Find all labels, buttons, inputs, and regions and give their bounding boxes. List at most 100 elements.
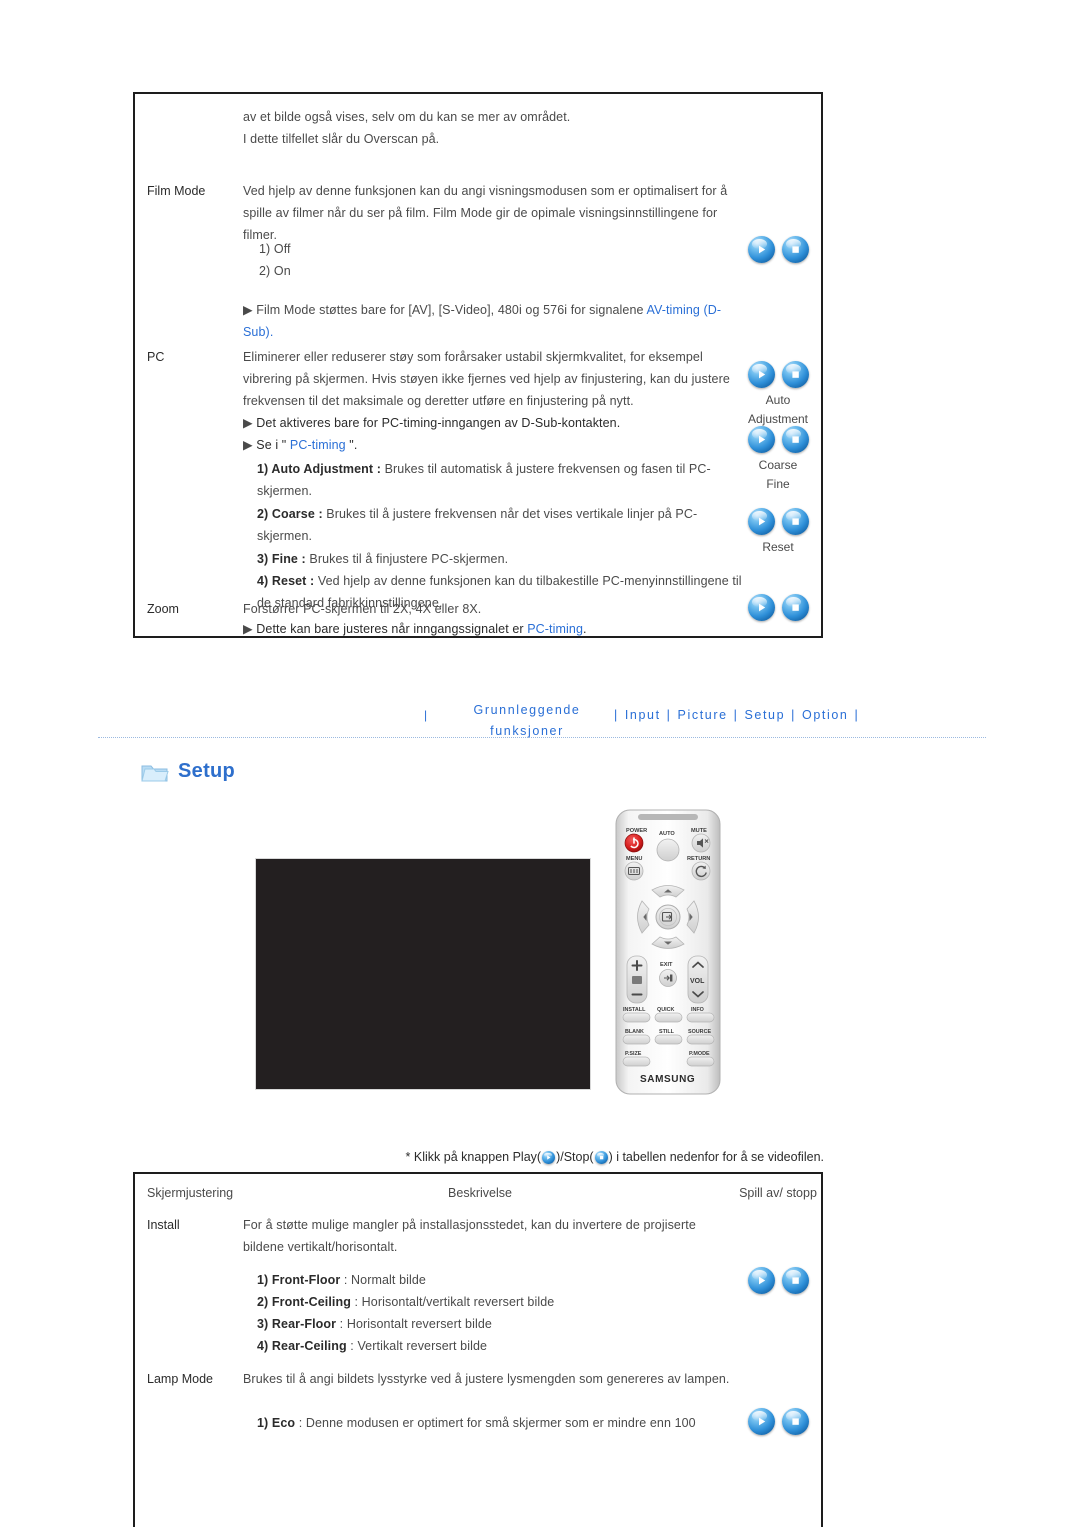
lamp-mode-paragraph: Brukes til å angi bildets lysstyrke ved … [243,1372,730,1386]
pc-reset-group[interactable]: Reset [735,508,821,557]
play-icon[interactable] [747,236,775,263]
row-label-lamp-mode: Lamp Mode [147,1372,214,1386]
orb-pair[interactable] [747,1267,809,1294]
top-spec-table: av et bilde også vises, selv om du kan s… [133,92,823,638]
svg-text:INFO: INFO [691,1007,704,1013]
stop-icon[interactable] [781,1408,809,1435]
note-arrow-icon: ▶ [243,303,253,317]
stop-icon[interactable] [781,236,809,263]
note-arrow-icon: ▶ [243,622,253,636]
lamp-mode-item-1-text: Denne modusen er optimert for små skjerm… [305,1416,696,1430]
video-player-area[interactable] [255,858,591,1090]
play-icon[interactable] [747,1267,775,1294]
play-icon[interactable] [747,594,775,621]
pc-item-1: 1) Auto Adjustment : Brukes til automati… [243,458,747,502]
pc-coarse-fine-group[interactable]: Coarse Fine [735,426,821,494]
pc-note-2-suffix: ". [345,438,358,452]
caption-fine: Fine [766,477,790,491]
page-title: Setup [141,760,235,783]
nav-sep: | [666,708,672,722]
play-icon[interactable] [747,1408,775,1435]
note-part-3: ) i tabellen nedenfor for å se videofile… [608,1150,824,1164]
svg-text:AUTO: AUTO [659,831,675,837]
lamp-mode-play-stop-group[interactable] [735,1408,821,1435]
zoom-play-stop-group[interactable] [735,594,821,621]
column-header-play-stop: Spill av/ stopp [739,1186,817,1200]
film-mode-option-2: 2) On [259,264,291,278]
pc-item-4-num: 4) Reset [257,574,307,588]
pc-item-2-num: 2) Coarse [257,507,315,521]
orb-pair[interactable] [747,508,809,535]
orb-pair[interactable] [747,594,809,621]
film-mode-paragraph: Ved hjelp av denne funksjonen kan du ang… [243,184,728,242]
svg-text:RETURN: RETURN [687,856,710,862]
lamp-mode-item-1-num: 1) Eco [257,1416,296,1430]
pc-note-1: ▶ Det aktiveres bare for PC-timing-innga… [243,412,733,434]
nav-sep: | [614,708,619,722]
svg-text:SOURCE: SOURCE [688,1029,711,1035]
zoom-note-prefix: Dette kan bare justeres når inngangssign… [256,622,528,636]
stop-icon[interactable] [781,508,809,535]
caption-coarse: Coarse [758,458,798,472]
install-item-1-sep: : [340,1273,352,1287]
nav-current-section: Grunnleggende funksjoner [452,700,602,742]
svg-text:P.MODE: P.MODE [689,1051,710,1057]
install-play-stop-group[interactable] [735,1267,821,1294]
nav-link-picture[interactable]: Picture [678,708,728,722]
pc-item-2: 2) Coarse : Brukes til å justere frekven… [243,503,747,547]
pc-timing-link[interactable]: PC-timing [527,622,583,636]
note-arrow-icon: ▶ [243,438,253,452]
orb-pair[interactable] [747,426,809,453]
pc-timing-link[interactable]: PC-timing [290,438,346,452]
orb-pair[interactable] [747,236,809,263]
pc-item-3: 3) Fine : Brukes til å finjustere PC-skj… [243,548,747,570]
video-instruction-note: * Klikk på knappen Play()/Stop() i tabel… [0,1150,824,1165]
film-mode-note-suffix: . [269,325,274,339]
stop-icon[interactable] [781,594,809,621]
stop-icon[interactable] [781,426,809,453]
install-item-3: 3) Rear-Floor : Horisontalt reversert bi… [243,1313,747,1335]
film-mode-play-stop-group[interactable] [735,236,821,263]
install-item-2-sep: : [350,1295,362,1309]
row-label-zoom: Zoom [147,602,179,616]
nav-link-input[interactable]: Input [625,708,661,722]
note-part-2: )/Stop( [556,1150,594,1164]
pc-item-3-sep: : [297,552,310,566]
stop-icon[interactable] [781,1267,809,1294]
install-paragraph: For å støtte mulige mangler på installas… [243,1218,696,1254]
nav-links: | Input | Picture | Setup | Option | [608,708,865,722]
film-mode-note-text: Film Mode støttes bare for [AV], [S-Vide… [256,303,647,317]
install-item-2-text: Horisontalt/vertikalt reversert bilde [361,1295,555,1309]
play-icon[interactable] [747,361,775,388]
install-item-1-num: 1) Front-Floor [257,1273,341,1287]
pc-auto-adjustment-group[interactable]: Auto Adjustment [735,361,821,429]
pc-item-1-num: 1) Auto Adjustment [257,462,374,476]
pc-item-4-sep: : [306,574,318,588]
page-title-text: Setup [178,760,236,782]
pc-note-2: ▶ Se i " PC-timing ". [243,434,733,456]
stop-icon[interactable] [781,361,809,388]
pc-note-2-prefix: Se i " [256,438,290,452]
section-nav: | Grunnleggende funksjoner | Input | Pictur… [0,700,1080,746]
install-item-1-text: Normalt bilde [351,1273,426,1287]
intro-line-2: I dette tilfellet slår du Overscan på. [243,132,440,146]
nav-link-setup[interactable]: Setup [745,708,786,722]
lamp-mode-item-1: 1) Eco : Denne modusen er optimert for s… [243,1412,747,1434]
install-item-3-num: 3) Rear-Floor [257,1317,337,1331]
stop-icon[interactable] [594,1151,608,1165]
nav-link-option[interactable]: Option [802,708,848,722]
intro-line-1: av et bilde også vises, selv om du kan s… [243,110,571,124]
orb-pair[interactable] [747,361,809,388]
play-icon[interactable] [542,1151,556,1165]
film-mode-note: ▶ Film Mode støttes bare for [AV], [S-Vi… [243,299,733,343]
lamp-mode-item-1-sep: : [295,1416,306,1430]
play-icon[interactable] [747,426,775,453]
svg-text:SAMSUNG: SAMSUNG [640,1074,695,1085]
film-mode-option-1: 1) Off [259,242,291,256]
orb-pair[interactable] [747,1408,809,1435]
play-icon[interactable] [747,508,775,535]
pc-note-1-text: Det aktiveres bare for PC-timing-inngang… [256,416,621,430]
svg-text:POWER: POWER [626,828,647,834]
nav-pipe-left: | [424,708,428,722]
folder-icon [141,761,169,783]
